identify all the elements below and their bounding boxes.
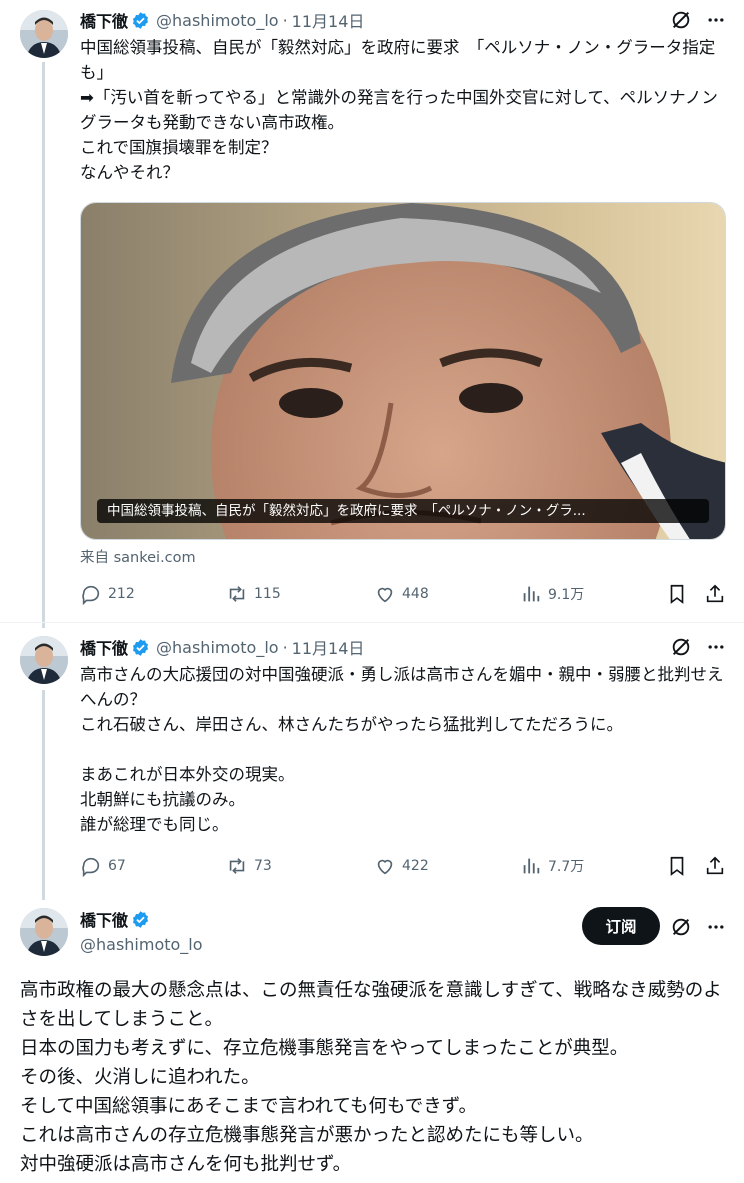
- reply-count: 212: [108, 586, 135, 602]
- bookmark-icon: [670, 584, 684, 604]
- views-icon: [523, 858, 540, 874]
- repost-button[interactable]: 73: [226, 854, 272, 878]
- thread-line: [42, 690, 45, 900]
- grok-icon[interactable]: [670, 916, 692, 938]
- thread-line: [42, 62, 45, 628]
- bookmark-icon: [670, 856, 684, 876]
- author-handle[interactable]: @hashimoto_lo: [156, 11, 279, 30]
- verified-badge-icon: [131, 638, 150, 657]
- repost-count: 73: [254, 858, 272, 874]
- avatar[interactable]: [20, 636, 68, 684]
- views-icon: [523, 586, 540, 602]
- author-handle[interactable]: @hashimoto_lo: [80, 935, 203, 954]
- link-card-source[interactable]: 来自 sankei.com: [80, 546, 196, 567]
- separator-dot: ·: [282, 637, 288, 657]
- repost-count: 115: [254, 586, 281, 602]
- reply-icon: [82, 585, 100, 605]
- action-bar: 212 115 448 9.1万: [80, 582, 728, 606]
- grok-icon[interactable]: [670, 636, 692, 658]
- like-icon: [377, 859, 393, 875]
- action-bar: 67 73 422 7.7万: [80, 854, 728, 878]
- more-icon[interactable]: [706, 917, 726, 937]
- verified-badge-icon: [131, 910, 150, 929]
- reply-button[interactable]: 67: [80, 854, 126, 878]
- share-icon: [706, 584, 724, 603]
- bookmark-button[interactable]: [666, 854, 688, 878]
- tweet-text: 高市さんの大応援団の対中国強硬派・勇し派は高市さんを媚中・親中・弱腰と批判せえへ…: [80, 665, 724, 834]
- view-count: 7.7万: [548, 859, 585, 875]
- like-button[interactable]: 422: [374, 854, 429, 878]
- reply-icon: [82, 857, 100, 877]
- avatar[interactable]: [20, 908, 68, 956]
- subscribe-button[interactable]: 订阅: [582, 907, 660, 945]
- more-icon[interactable]: [706, 10, 726, 30]
- portrait-photo: [81, 203, 725, 539]
- like-count: 422: [402, 858, 429, 874]
- author-name[interactable]: 橋下徹: [80, 635, 128, 659]
- author-handle[interactable]: @hashimoto_lo: [156, 638, 279, 657]
- view-count: 9.1万: [548, 587, 585, 603]
- share-button[interactable]: [704, 854, 726, 878]
- reply-count: 67: [108, 858, 126, 874]
- verified-badge-icon: [131, 11, 150, 30]
- repost-icon: [229, 858, 245, 874]
- views-button[interactable]: 9.1万: [520, 582, 584, 606]
- separator-dot: ·: [282, 10, 288, 30]
- views-button[interactable]: 7.7万: [520, 854, 584, 878]
- tweet-date[interactable]: 11月14日: [292, 8, 365, 32]
- divider: [0, 622, 744, 623]
- bookmark-button[interactable]: [666, 582, 688, 606]
- author-name[interactable]: 橋下徹: [80, 907, 128, 931]
- reply-button[interactable]: 212: [80, 582, 135, 606]
- link-card-image[interactable]: 中国総領事投稿、自民が「毅然対応」を政府に要求 「ペルソナ・ノン・グラ...: [80, 202, 726, 540]
- link-card-title: 中国総領事投稿、自民が「毅然対応」を政府に要求 「ペルソナ・ノン・グラ...: [97, 499, 709, 523]
- tweet-text: 中国総領事投稿、自民が「毅然対応」を政府に要求 「ペルソナ・ノン・グラータ指定も…: [80, 38, 718, 182]
- tweet-text: 高市政権の最大の懸念点は、この無責任な強硬派を意識しすぎて、戦略なき威勢のよさを…: [20, 980, 722, 1175]
- grok-icon[interactable]: [670, 9, 692, 31]
- repost-button[interactable]: 115: [226, 582, 281, 606]
- like-count: 448: [402, 586, 429, 602]
- share-icon: [706, 856, 724, 875]
- repost-icon: [229, 586, 245, 602]
- author-name[interactable]: 橋下徹: [80, 8, 128, 32]
- share-button[interactable]: [704, 582, 726, 606]
- like-button[interactable]: 448: [374, 582, 429, 606]
- tweet-date[interactable]: 11月14日: [292, 635, 365, 659]
- like-icon: [377, 587, 393, 603]
- avatar[interactable]: [20, 10, 68, 58]
- more-icon[interactable]: [706, 637, 726, 657]
